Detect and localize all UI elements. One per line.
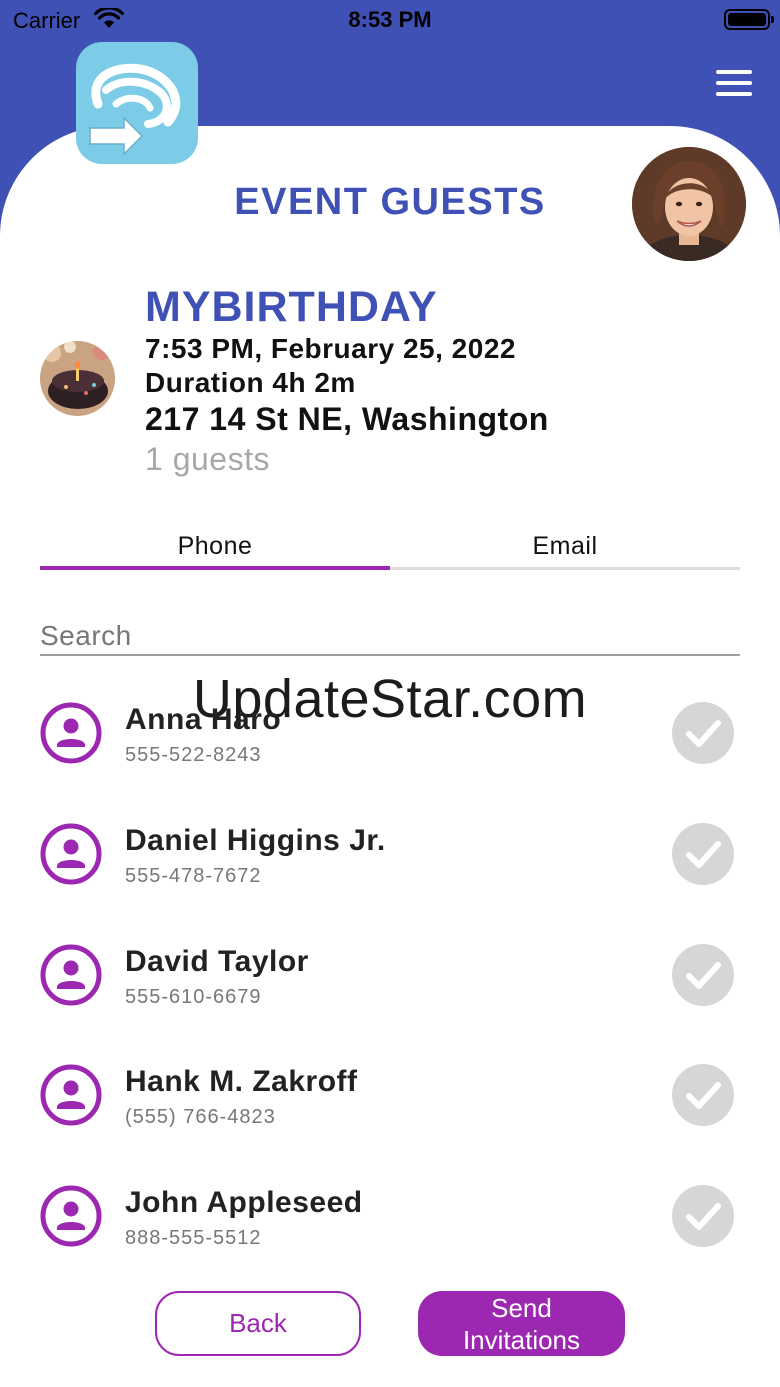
event-datetime: 7:53 PM, February 25, 2022: [145, 333, 516, 364]
select-check-icon[interactable]: [672, 944, 734, 1006]
status-bar: Carrier 8:53 PM: [0, 0, 780, 40]
send-invitations-button[interactable]: Send Invitations: [418, 1291, 625, 1356]
contact-name: Anna Haro: [125, 703, 282, 736]
send-button-line1: Send: [491, 1293, 552, 1323]
send-button-line2: Invitations: [462, 1325, 581, 1355]
contact-source-tabs: Phone Email: [40, 526, 740, 570]
profile-avatar[interactable]: [632, 147, 746, 261]
contact-row[interactable]: John Appleseed 888-555-5512: [0, 1185, 780, 1285]
back-button[interactable]: Back: [155, 1291, 361, 1356]
contact-name: John Appleseed: [125, 1186, 363, 1219]
event-duration: Duration 4h 2m: [145, 367, 356, 398]
contact-row[interactable]: Daniel Higgins Jr. 555-478-7672: [0, 823, 780, 923]
select-check-icon[interactable]: [672, 1064, 734, 1126]
person-icon: [40, 1064, 102, 1126]
event-address: 217 14 St NE, Washington: [145, 401, 549, 437]
contact-phone: 888-555-5512: [125, 1227, 262, 1249]
battery-icon: [724, 9, 774, 30]
person-icon: [40, 702, 102, 764]
app-logo-icon[interactable]: [76, 42, 198, 164]
contact-phone: 555-522-8243: [125, 744, 262, 766]
event-cake-image: [40, 341, 115, 416]
event-name: MYBIRTHDAY: [145, 283, 438, 331]
contact-phone: 555-610-6679: [125, 986, 262, 1008]
contact-phone: 555-478-7672: [125, 865, 262, 887]
status-time: 8:53 PM: [348, 7, 432, 32]
select-check-icon[interactable]: [672, 823, 734, 885]
select-check-icon[interactable]: [672, 1185, 734, 1247]
contact-phone: (555) 766-4823: [125, 1106, 276, 1128]
contact-name: Daniel Higgins Jr.: [125, 824, 386, 857]
tab-email[interactable]: Email: [390, 526, 740, 570]
person-icon: [40, 1185, 102, 1247]
search-input[interactable]: [40, 618, 740, 656]
contact-row[interactable]: Hank M. Zakroff (555) 766-4823: [0, 1064, 780, 1164]
contact-name: David Taylor: [125, 945, 309, 978]
contact-row[interactable]: Anna Haro 555-522-8243: [0, 702, 780, 802]
event-guest-count: 1 guests: [145, 441, 270, 477]
contact-row[interactable]: David Taylor 555-610-6679: [0, 944, 780, 1044]
person-icon: [40, 823, 102, 885]
contact-name: Hank M. Zakroff: [125, 1065, 358, 1098]
tab-phone[interactable]: Phone: [40, 526, 390, 570]
person-icon: [40, 944, 102, 1006]
select-check-icon[interactable]: [672, 702, 734, 764]
hamburger-menu-icon[interactable]: [716, 68, 752, 98]
